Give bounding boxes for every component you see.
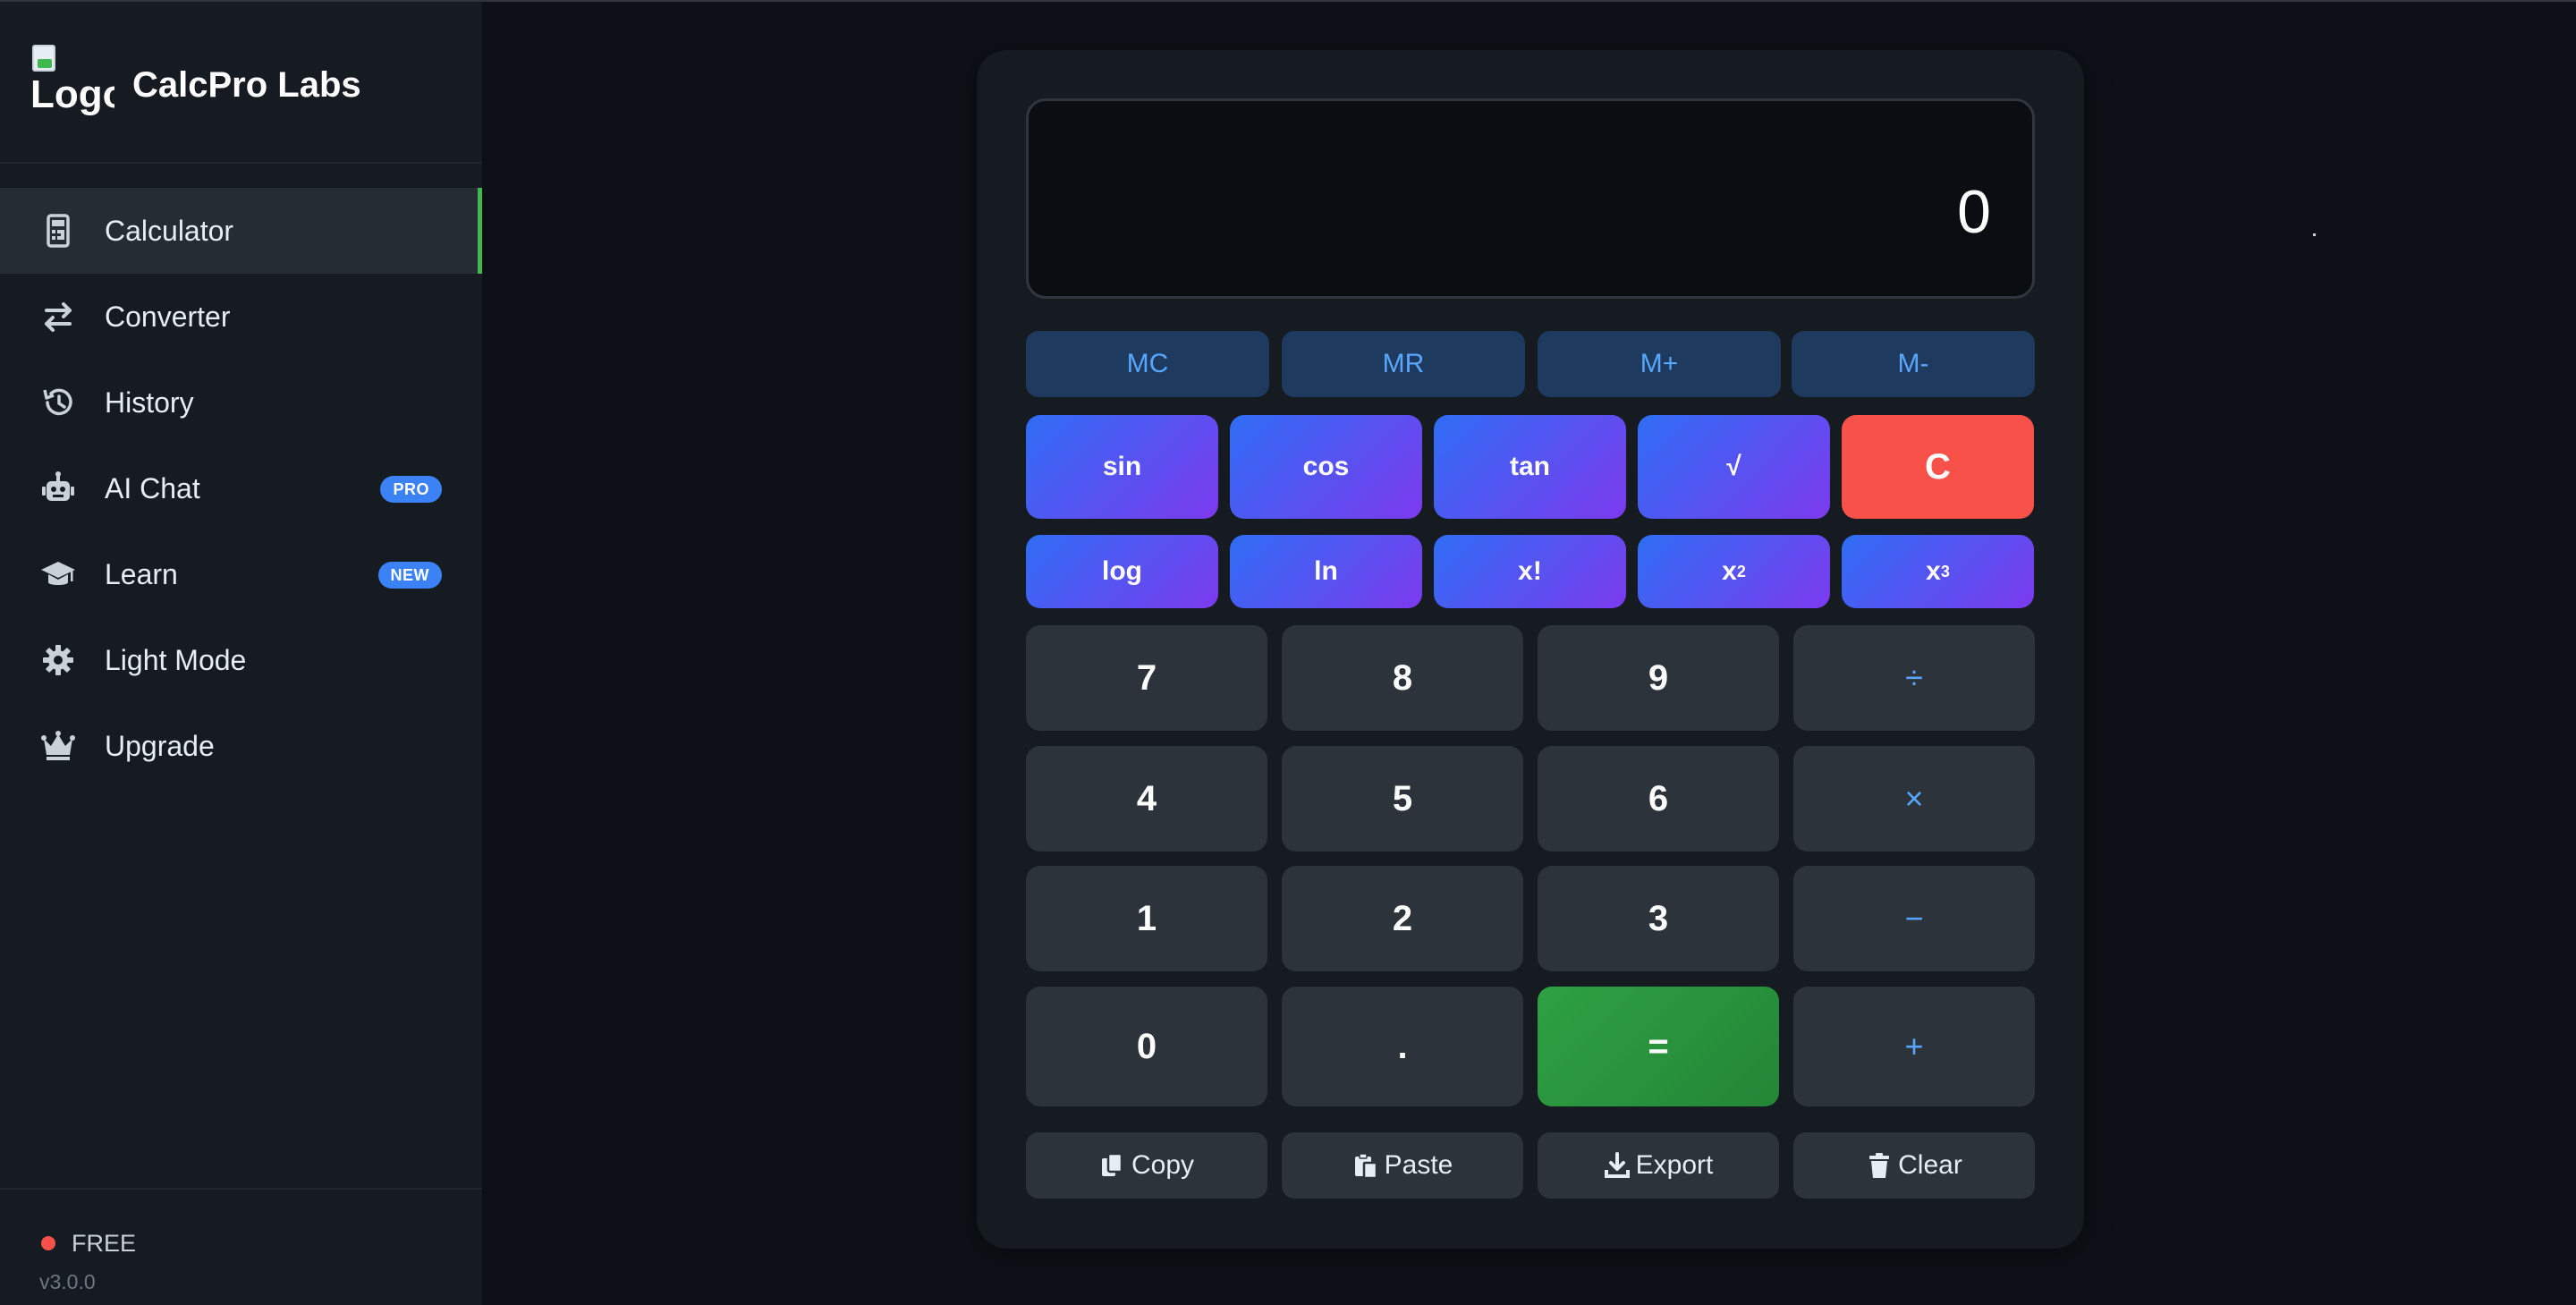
sidebar-item-ai-chat[interactable]: AI Chat PRO — [0, 445, 482, 531]
digit-0-button[interactable]: 0 — [1026, 987, 1267, 1106]
display-value: 0 — [1957, 178, 1991, 246]
sidebar-nav: Calculator Converter History AI Chat PRO — [0, 188, 482, 789]
export-button[interactable]: Export — [1538, 1132, 1779, 1199]
divide-button[interactable]: ÷ — [1793, 625, 2035, 731]
clear-history-button[interactable]: Clear — [1793, 1132, 2035, 1199]
paste-button[interactable]: Paste — [1282, 1132, 1523, 1199]
sidebar-item-history[interactable]: History — [0, 360, 482, 445]
multiply-button[interactable]: × — [1793, 746, 2035, 852]
digit-5-button[interactable]: 5 — [1282, 746, 1523, 852]
calculator-display: 0 — [1026, 98, 2035, 299]
copy-label: Copy — [1131, 1150, 1195, 1180]
cube-button[interactable]: x3 — [1842, 535, 2034, 608]
digit-7-button[interactable]: 7 — [1026, 625, 1267, 731]
logo-image: Logo — [30, 41, 114, 120]
plan-label: FREE — [72, 1230, 137, 1257]
square-base: x — [1722, 556, 1737, 586]
log-button[interactable]: log — [1026, 535, 1218, 608]
factorial-button[interactable]: x! — [1434, 535, 1626, 608]
sidebar-item-converter[interactable]: Converter — [0, 274, 482, 360]
crown-icon — [39, 728, 77, 764]
history-icon — [39, 385, 77, 420]
sidebar-item-light-mode[interactable]: Light Mode — [0, 617, 482, 703]
brand-header: Logo CalcPro Labs — [0, 2, 482, 164]
trash-icon — [1869, 1153, 1890, 1178]
sidebar-item-label: Light Mode — [105, 644, 247, 676]
digit-4-button[interactable]: 4 — [1026, 746, 1267, 852]
clear-button[interactable]: C — [1842, 415, 2034, 519]
sidebar-item-label: Upgrade — [105, 730, 215, 762]
copy-button[interactable]: Copy — [1026, 1132, 1267, 1199]
graduation-cap-icon — [39, 556, 77, 592]
calculator-icon — [39, 213, 77, 249]
square-button[interactable]: x2 — [1638, 535, 1830, 608]
digit-3-button[interactable]: 3 — [1538, 866, 1779, 971]
new-badge: NEW — [377, 562, 442, 589]
digit-1-button[interactable]: 1 — [1026, 866, 1267, 971]
clear-label: Clear — [1898, 1150, 1962, 1180]
copy-icon — [1101, 1152, 1123, 1176]
memory-clear-button[interactable]: MC — [1026, 331, 1269, 397]
export-label: Export — [1635, 1150, 1714, 1180]
sidebar-item-learn[interactable]: Learn NEW — [0, 531, 482, 617]
broken-image-icon — [32, 45, 55, 72]
tan-button[interactable]: tan — [1434, 415, 1626, 519]
sin-button[interactable]: sin — [1026, 415, 1218, 519]
logo-alt-text: Logo — [30, 72, 114, 116]
sidebar-item-upgrade[interactable]: Upgrade — [0, 703, 482, 789]
subtract-button[interactable]: − — [1793, 866, 2035, 971]
cube-base: x — [1926, 556, 1941, 586]
memory-subtract-button[interactable]: M- — [1792, 331, 2035, 397]
sidebar-item-label: AI Chat — [105, 472, 200, 504]
equals-button[interactable]: = — [1538, 987, 1779, 1106]
pro-badge: PRO — [380, 476, 442, 503]
digit-9-button[interactable]: 9 — [1538, 625, 1779, 731]
swap-arrows-icon — [39, 299, 77, 335]
memory-add-button[interactable]: M+ — [1538, 331, 1781, 397]
sidebar-item-calculator[interactable]: Calculator — [0, 188, 482, 274]
sidebar-item-label: Calculator — [105, 215, 234, 247]
sidebar: Logo CalcPro Labs Calculator Converter H… — [0, 2, 482, 1305]
sidebar-item-label: History — [105, 386, 194, 419]
sidebar-item-label: Converter — [105, 301, 231, 333]
add-button[interactable]: + — [1793, 987, 2035, 1106]
brand-name: CalcPro Labs — [132, 65, 361, 105]
stray-pixel — [2313, 233, 2316, 236]
paste-icon — [1354, 1153, 1377, 1180]
version-label: v3.0.0 — [39, 1270, 96, 1293]
sqrt-button[interactable]: √ — [1638, 415, 1830, 519]
plan-status-dot — [41, 1236, 55, 1250]
gear-icon — [39, 642, 77, 678]
digit-8-button[interactable]: 8 — [1282, 625, 1523, 731]
sidebar-footer: FREE v3.0.0 — [0, 1188, 482, 1305]
digit-2-button[interactable]: 2 — [1282, 866, 1523, 971]
calculator-panel: 0 MC MR M+ M- sin cos tan √ C log ln x! … — [977, 50, 2084, 1249]
cos-button[interactable]: cos — [1230, 415, 1422, 519]
robot-icon — [39, 470, 77, 506]
decimal-button[interactable]: . — [1282, 987, 1523, 1106]
digit-6-button[interactable]: 6 — [1538, 746, 1779, 852]
memory-recall-button[interactable]: MR — [1282, 331, 1525, 397]
sidebar-item-label: Learn — [105, 558, 178, 590]
paste-label: Paste — [1384, 1150, 1453, 1180]
download-icon — [1604, 1152, 1630, 1178]
ln-button[interactable]: ln — [1230, 535, 1422, 608]
